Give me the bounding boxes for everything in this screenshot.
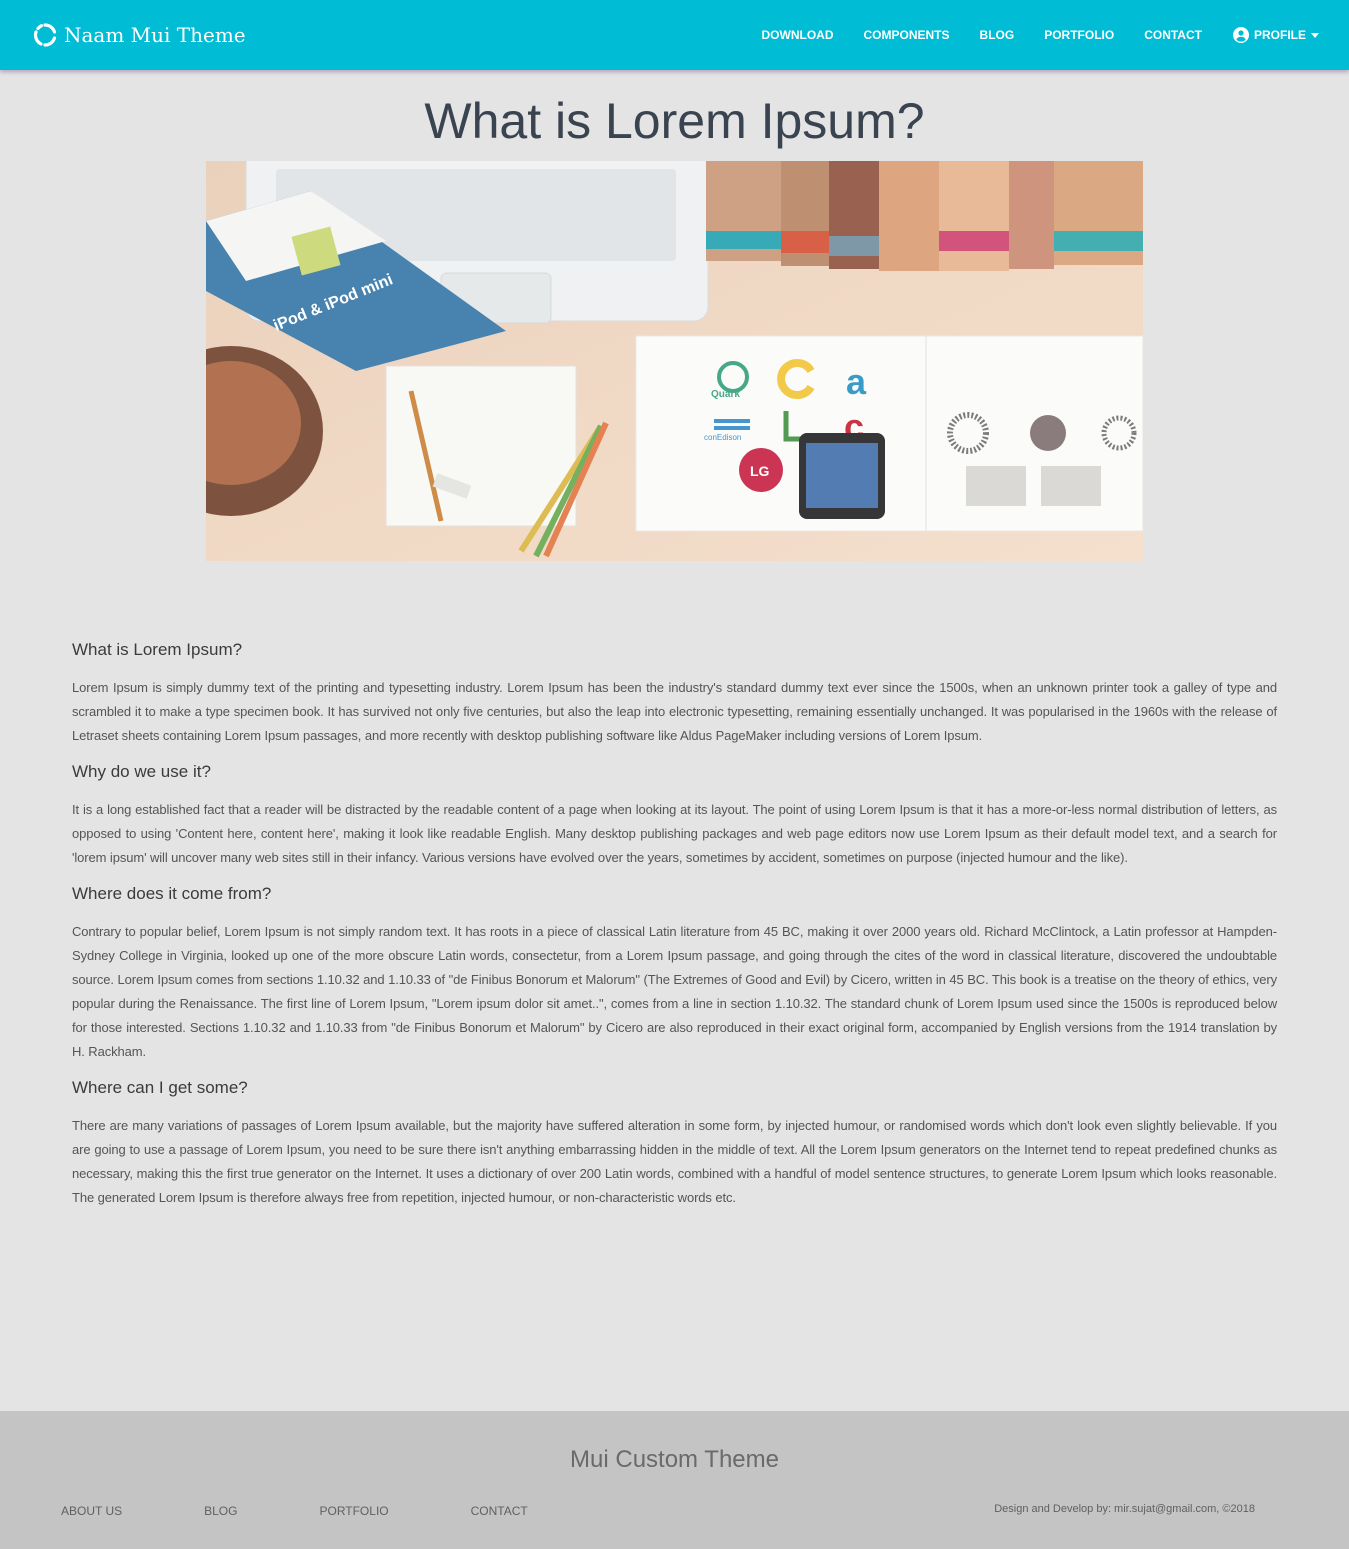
page-title: What is Lorem Ipsum? xyxy=(424,93,925,149)
section-paragraph: Lorem Ipsum is simply dummy text of the … xyxy=(72,680,1277,743)
brand-logo-icon xyxy=(33,23,57,47)
profile-label: PROFILE xyxy=(1253,28,1306,42)
desk-illustration: iPod & iPod mini Quark a conEdison LG c xyxy=(206,161,1143,561)
nav-download[interactable]: DOWNLOAD xyxy=(747,0,849,70)
account-circle-icon xyxy=(1232,27,1249,43)
hero-image: iPod & iPod mini Quark a conEdison LG c xyxy=(206,161,1143,561)
section-heading: What is Lorem Ipsum? xyxy=(72,640,243,659)
section-paragraph: There are many variations of passages of… xyxy=(72,1118,1277,1205)
footer-links: ABOUT US BLOG PORTFOLIO CONTACT xyxy=(61,1504,528,1518)
nav-components[interactable]: COMPONENTS xyxy=(849,0,965,70)
footer-link-about[interactable]: ABOUT US xyxy=(61,1504,122,1518)
app-bar: Naam Mui Theme DOWNLOAD COMPONENTS BLOG … xyxy=(0,0,1349,70)
main-nav: DOWNLOAD COMPONENTS BLOG PORTFOLIO CONTA… xyxy=(747,0,1349,70)
profile-menu-button[interactable]: PROFILE xyxy=(1217,0,1349,70)
footer: Mui Custom Theme ABOUT US BLOG PORTFOLIO… xyxy=(0,1411,1349,1549)
footer-link-contact[interactable]: CONTACT xyxy=(471,1504,528,1518)
nav-contact[interactable]: CONTACT xyxy=(1129,0,1217,70)
footer-title: Mui Custom Theme xyxy=(570,1446,779,1473)
section-heading: Why do we use it? xyxy=(72,762,211,781)
brand-link[interactable]: Naam Mui Theme xyxy=(33,21,246,49)
section-paragraph: It is a long established fact that a rea… xyxy=(72,802,1277,865)
footer-credit: Design and Develop by: mir.sujat@gmail.c… xyxy=(994,1503,1255,1515)
brand-name: Naam Mui Theme xyxy=(64,23,246,47)
caret-down-icon xyxy=(1311,32,1319,38)
nav-portfolio[interactable]: PORTFOLIO xyxy=(1029,0,1129,70)
article-content: What is Lorem Ipsum? Lorem Ipsum is simp… xyxy=(72,636,1277,1220)
section-heading: Where does it come from? xyxy=(72,884,272,903)
footer-link-portfolio[interactable]: PORTFOLIO xyxy=(319,1504,388,1518)
section-paragraph: Contrary to popular belief, Lorem Ipsum … xyxy=(72,924,1277,1059)
nav-blog[interactable]: BLOG xyxy=(965,0,1030,70)
footer-link-blog[interactable]: BLOG xyxy=(204,1504,237,1518)
section-heading: Where can I get some? xyxy=(72,1078,248,1097)
